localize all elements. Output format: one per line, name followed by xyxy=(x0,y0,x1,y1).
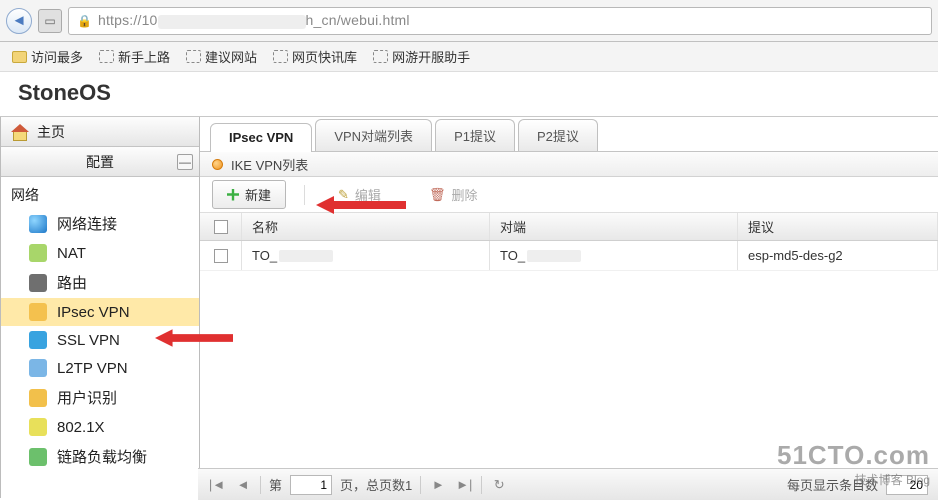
row-checkbox[interactable] xyxy=(214,249,228,263)
table-header: 名称 对端 提议 xyxy=(200,213,938,241)
sidebar-item-nat[interactable]: NAT xyxy=(1,239,199,267)
sidebar-item-label: L2TP VPN xyxy=(57,360,128,377)
pager-page-input[interactable] xyxy=(290,475,332,495)
table-row[interactable]: TO_ TO_ esp-md5-des-g2 xyxy=(200,241,938,271)
watermark: 51CTO.com 技术博客 Blog xyxy=(777,440,930,488)
trash-icon: 🗑 xyxy=(429,187,446,203)
sidebar-item-label: 802.1X xyxy=(57,419,105,436)
sidebar-config-header[interactable]: 配置— xyxy=(1,147,199,177)
select-all-checkbox[interactable] xyxy=(214,220,228,234)
pager-prev-button[interactable]: ◄ xyxy=(234,476,252,494)
sidebar-item-icon xyxy=(29,215,47,233)
sidebar-item-l2tp-vpn[interactable]: L2TP VPN xyxy=(1,354,199,382)
status-dot-icon xyxy=(212,159,223,170)
col-peer[interactable]: 对端 xyxy=(490,213,738,240)
sidebar-item-label: 用户识别 xyxy=(57,387,117,408)
lock-icon: 🔒 xyxy=(77,14,92,28)
page-icon xyxy=(273,50,288,63)
sidebar-item-icon xyxy=(29,418,47,436)
reader-mode-button[interactable]: ▭ xyxy=(38,9,62,33)
pager-first-button[interactable]: |◄ xyxy=(208,476,226,494)
sidebar: 主页 配置— 网络 网络连接 NAT 路由 IPsec VPN SSL VPN L2TP … xyxy=(0,117,200,498)
page-icon xyxy=(99,50,114,63)
bookmark-item[interactable]: 新手上路 xyxy=(93,45,176,68)
sidebar-item-ipsec-vpn[interactable]: IPsec VPN xyxy=(1,298,199,326)
sidebar-section-label: 网络 xyxy=(1,177,199,208)
tab-1[interactable]: VPN对端列表 xyxy=(315,119,432,151)
separator xyxy=(304,185,305,205)
sidebar-item-路由[interactable]: 路由 xyxy=(1,267,199,298)
sidebar-item-label: SSL VPN xyxy=(57,332,120,349)
col-proposal[interactable]: 提议 xyxy=(738,213,938,240)
sidebar-item-label: 网络连接 xyxy=(57,213,117,234)
sidebar-item-icon xyxy=(29,448,47,466)
bookmark-most-visited[interactable]: 访问最多 xyxy=(6,45,89,68)
pager-label-of: 页，总页数1 xyxy=(340,475,412,494)
sidebar-item-label: NAT xyxy=(57,245,86,262)
pager-refresh-button[interactable]: ↻ xyxy=(490,476,508,494)
collapse-icon[interactable]: — xyxy=(177,154,193,170)
sidebar-item-icon xyxy=(29,359,47,377)
sidebar-item-icon xyxy=(29,303,47,321)
page-icon xyxy=(373,50,388,63)
panel-title: IKE VPN列表 xyxy=(231,155,308,174)
cell-name: TO_ xyxy=(242,241,490,270)
sidebar-item-用户识别[interactable]: 用户识别 xyxy=(1,382,199,413)
pager-label-page: 第 xyxy=(269,475,282,494)
sidebar-home[interactable]: 主页 xyxy=(1,117,199,147)
new-button[interactable]: 新建 xyxy=(212,180,286,209)
sidebar-item-label: 路由 xyxy=(57,272,87,293)
folder-icon xyxy=(12,51,27,63)
sidebar-item-icon xyxy=(29,389,47,407)
cell-peer: TO_ xyxy=(490,241,738,270)
bookmark-item[interactable]: 网页快讯库 xyxy=(267,45,363,68)
url-text: https://10h_cn/webui.html xyxy=(98,12,410,28)
panel-title-bar: IKE VPN列表 xyxy=(200,151,938,177)
sidebar-item-icon xyxy=(29,274,47,292)
delete-button[interactable]: 🗑删除 xyxy=(414,180,493,209)
sidebar-item-icon xyxy=(29,244,47,262)
tab-bar: IPsec VPNVPN对端列表P1提议P2提议 xyxy=(200,117,938,151)
sidebar-item-ssl-vpn[interactable]: SSL VPN xyxy=(1,326,199,354)
edit-button[interactable]: ✎编辑 xyxy=(323,180,396,209)
address-bar[interactable]: 🔒 https://10h_cn/webui.html xyxy=(68,7,932,35)
sidebar-item-802.1x[interactable]: 802.1X xyxy=(1,413,199,441)
plus-icon xyxy=(227,189,239,201)
toolbar: 新建 ✎编辑 🗑删除 xyxy=(200,177,938,213)
home-icon xyxy=(11,124,29,140)
pencil-icon: ✎ xyxy=(338,187,349,203)
browser-toolbar: ◄ ▭ 🔒 https://10h_cn/webui.html xyxy=(0,0,938,42)
nav-back-button[interactable]: ◄ xyxy=(6,8,32,34)
sidebar-item-icon xyxy=(29,331,47,349)
tab-3[interactable]: P2提议 xyxy=(518,119,598,151)
bookmark-bar: 访问最多 新手上路 建议网站 网页快讯库 网游开服助手 xyxy=(0,42,938,72)
sidebar-item-label: 链路负载均衡 xyxy=(57,446,147,467)
cell-proposal: esp-md5-des-g2 xyxy=(738,241,938,270)
tab-0[interactable]: IPsec VPN xyxy=(210,123,312,152)
sidebar-item-网络连接[interactable]: 网络连接 xyxy=(1,208,199,239)
col-name[interactable]: 名称 xyxy=(242,213,490,240)
bookmark-item[interactable]: 建议网站 xyxy=(180,45,263,68)
sidebar-item-链路负载均衡[interactable]: 链路负载均衡 xyxy=(1,441,199,472)
brand-title: StoneOS xyxy=(0,72,938,116)
tab-2[interactable]: P1提议 xyxy=(435,119,515,151)
pager-next-button[interactable]: ► xyxy=(429,476,447,494)
sidebar-item-label: IPsec VPN xyxy=(57,304,130,321)
bookmark-item[interactable]: 网游开服助手 xyxy=(367,45,476,68)
page-icon xyxy=(186,50,201,63)
pager-last-button[interactable]: ►| xyxy=(455,476,473,494)
